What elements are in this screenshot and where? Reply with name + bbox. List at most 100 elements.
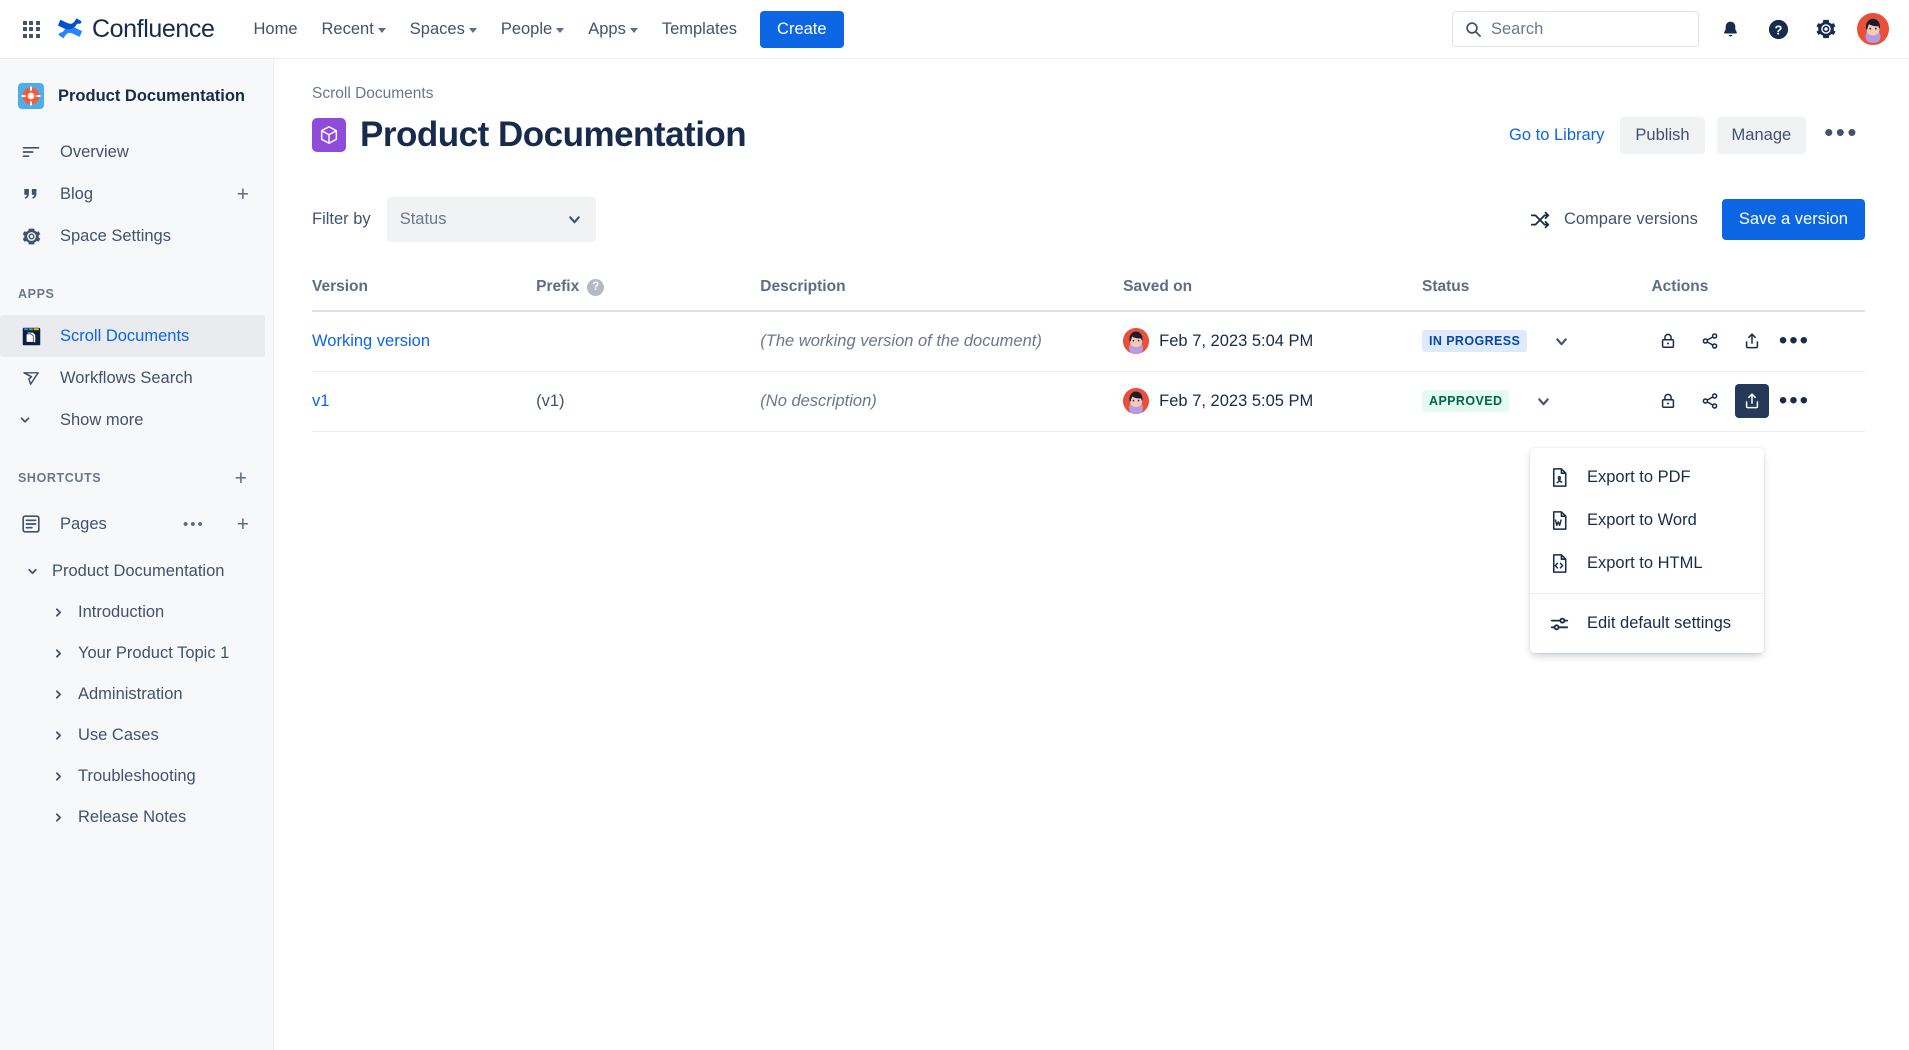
- settings-button[interactable]: [1809, 12, 1843, 46]
- app-switcher-button[interactable]: [14, 12, 48, 46]
- notifications-button[interactable]: [1713, 12, 1747, 46]
- tree-item-your-product-topic-1[interactable]: Your Product Topic 1: [0, 633, 265, 674]
- sliders-icon: [1548, 612, 1571, 635]
- tree-item-use-cases[interactable]: Use Cases: [0, 715, 265, 756]
- tree-item-administration[interactable]: Administration: [0, 674, 265, 715]
- nav-label: Recent: [322, 20, 374, 39]
- lock-version-button[interactable]: [1651, 324, 1685, 358]
- chevron-right-icon[interactable]: [52, 606, 78, 619]
- blog-quote-icon: [18, 184, 44, 204]
- search-icon: [1465, 21, 1482, 38]
- nav-item-spaces[interactable]: Spaces: [399, 13, 488, 46]
- share-version-button[interactable]: [1693, 384, 1727, 418]
- nav-item-home[interactable]: Home: [242, 13, 308, 46]
- nav-item-recent[interactable]: Recent: [311, 13, 397, 46]
- export-version-button[interactable]: [1735, 384, 1769, 418]
- tree-item-release-notes[interactable]: Release Notes: [0, 797, 265, 838]
- chevron-right-icon[interactable]: [52, 729, 78, 742]
- column-header-version: Version: [312, 278, 536, 311]
- status-filter-select[interactable]: Status: [387, 197, 596, 242]
- space-header[interactable]: Product Documentation: [0, 75, 273, 117]
- page-title: Product Documentation: [360, 115, 746, 155]
- column-label: Version: [312, 278, 368, 295]
- lock-version-button[interactable]: [1651, 384, 1685, 418]
- menu-item-export-to-html[interactable]: Export to HTML: [1530, 542, 1764, 585]
- help-button[interactable]: ?: [1761, 12, 1795, 46]
- cell-status: IN PROGRESS: [1422, 311, 1651, 371]
- saved-on-value: Feb 7, 2023 5:05 PM: [1159, 392, 1313, 411]
- menu-item-export-to-pdf[interactable]: Export to PDF: [1530, 456, 1764, 499]
- status-dropdown-icon[interactable]: [1535, 393, 1552, 410]
- chevron-right-icon[interactable]: [52, 688, 78, 701]
- menu-item-label: Export to PDF: [1587, 468, 1691, 487]
- tree-item-product-documentation[interactable]: Product Documentation: [0, 551, 265, 592]
- space-avatar-icon: [18, 83, 44, 109]
- pages-more-actions-icon[interactable]: •••: [183, 516, 211, 533]
- prefix-help-icon[interactable]: ?: [587, 279, 604, 296]
- publish-button[interactable]: Publish: [1620, 117, 1704, 154]
- tree-item-label: Your Product Topic 1: [78, 644, 229, 663]
- sidebar-show-more-button[interactable]: Show more: [0, 399, 265, 441]
- user-avatar[interactable]: [1857, 13, 1889, 45]
- table-row: v1 (v1) (No description): [312, 371, 1865, 431]
- nav-item-apps[interactable]: Apps: [577, 13, 649, 46]
- chevron-down-icon: [469, 28, 477, 33]
- add-blog-post-icon[interactable]: +: [237, 184, 253, 205]
- word-file-icon: [1548, 509, 1571, 532]
- breadcrumb[interactable]: Scroll Documents: [312, 85, 1865, 103]
- column-label: Saved on: [1123, 278, 1192, 295]
- confluence-logo-icon: [58, 16, 84, 42]
- export-version-button[interactable]: [1735, 324, 1769, 358]
- search-box[interactable]: [1452, 11, 1699, 47]
- page-header-actions: Go to Library Publish Manage •••: [1505, 117, 1865, 154]
- cell-version: Working version: [312, 311, 536, 371]
- sidebar-item-space-settings[interactable]: Space Settings: [0, 215, 265, 257]
- cell-actions: •••: [1651, 311, 1865, 371]
- cell-prefix: (v1): [536, 371, 760, 431]
- share-version-button[interactable]: [1693, 324, 1727, 358]
- menu-item-label: Export to HTML: [1587, 554, 1703, 573]
- nav-label: Apps: [588, 20, 626, 39]
- sidebar-item-scroll-documents[interactable]: Scroll Documents: [0, 315, 265, 357]
- status-badge: IN PROGRESS: [1422, 330, 1527, 352]
- tree-item-introduction[interactable]: Introduction: [0, 592, 265, 633]
- chevron-right-icon[interactable]: [52, 770, 78, 783]
- nav-item-people[interactable]: People: [490, 13, 575, 46]
- manage-button[interactable]: Manage: [1717, 117, 1807, 154]
- nav-item-templates[interactable]: Templates: [651, 13, 748, 46]
- status-dropdown-icon[interactable]: [1553, 333, 1570, 350]
- description-value: (The working version of the document): [760, 332, 1042, 350]
- version-link[interactable]: v1: [312, 392, 329, 410]
- create-button[interactable]: Create: [760, 11, 844, 48]
- compare-versions-icon: [1529, 209, 1551, 231]
- version-more-actions-button[interactable]: •••: [1777, 384, 1811, 418]
- export-dropdown-menu: Export to PDF Export to Word: [1530, 448, 1764, 653]
- version-link[interactable]: Working version: [312, 332, 430, 350]
- go-to-library-link[interactable]: Go to Library: [1505, 120, 1608, 151]
- add-shortcut-icon[interactable]: +: [235, 468, 255, 489]
- chevron-right-icon[interactable]: [52, 647, 78, 660]
- top-nav-right-cluster: ?: [1452, 11, 1889, 47]
- search-input[interactable]: [1491, 20, 1686, 39]
- save-a-version-button[interactable]: Save a version: [1722, 199, 1865, 240]
- menu-item-export-to-word[interactable]: Export to Word: [1530, 499, 1764, 542]
- add-page-icon[interactable]: +: [237, 514, 253, 535]
- chevron-right-icon[interactable]: [52, 811, 78, 824]
- sidebar-item-pages[interactable]: Pages ••• +: [0, 503, 265, 545]
- tree-item-label: Introduction: [78, 603, 164, 622]
- scroll-documents-icon: [18, 326, 44, 347]
- confluence-home-link[interactable]: Confluence: [58, 15, 214, 44]
- column-label: Prefix: [536, 278, 579, 296]
- compare-versions-button[interactable]: Compare versions: [1525, 203, 1702, 237]
- sidebar-item-workflows-search[interactable]: Workflows Search: [0, 357, 265, 399]
- sidebar-item-overview[interactable]: Overview: [0, 131, 265, 173]
- sidebar-item-label: Scroll Documents: [60, 327, 189, 346]
- menu-item-edit-default-settings[interactable]: Edit default settings: [1530, 602, 1764, 645]
- menu-item-label: Edit default settings: [1587, 614, 1731, 633]
- page-more-actions-icon[interactable]: •••: [1818, 119, 1865, 151]
- sidebar-item-blog[interactable]: Blog +: [0, 173, 265, 215]
- chevron-down-icon[interactable]: [26, 565, 52, 578]
- tree-item-label: Product Documentation: [52, 562, 224, 581]
- version-more-actions-button[interactable]: •••: [1777, 324, 1811, 358]
- tree-item-troubleshooting[interactable]: Troubleshooting: [0, 756, 265, 797]
